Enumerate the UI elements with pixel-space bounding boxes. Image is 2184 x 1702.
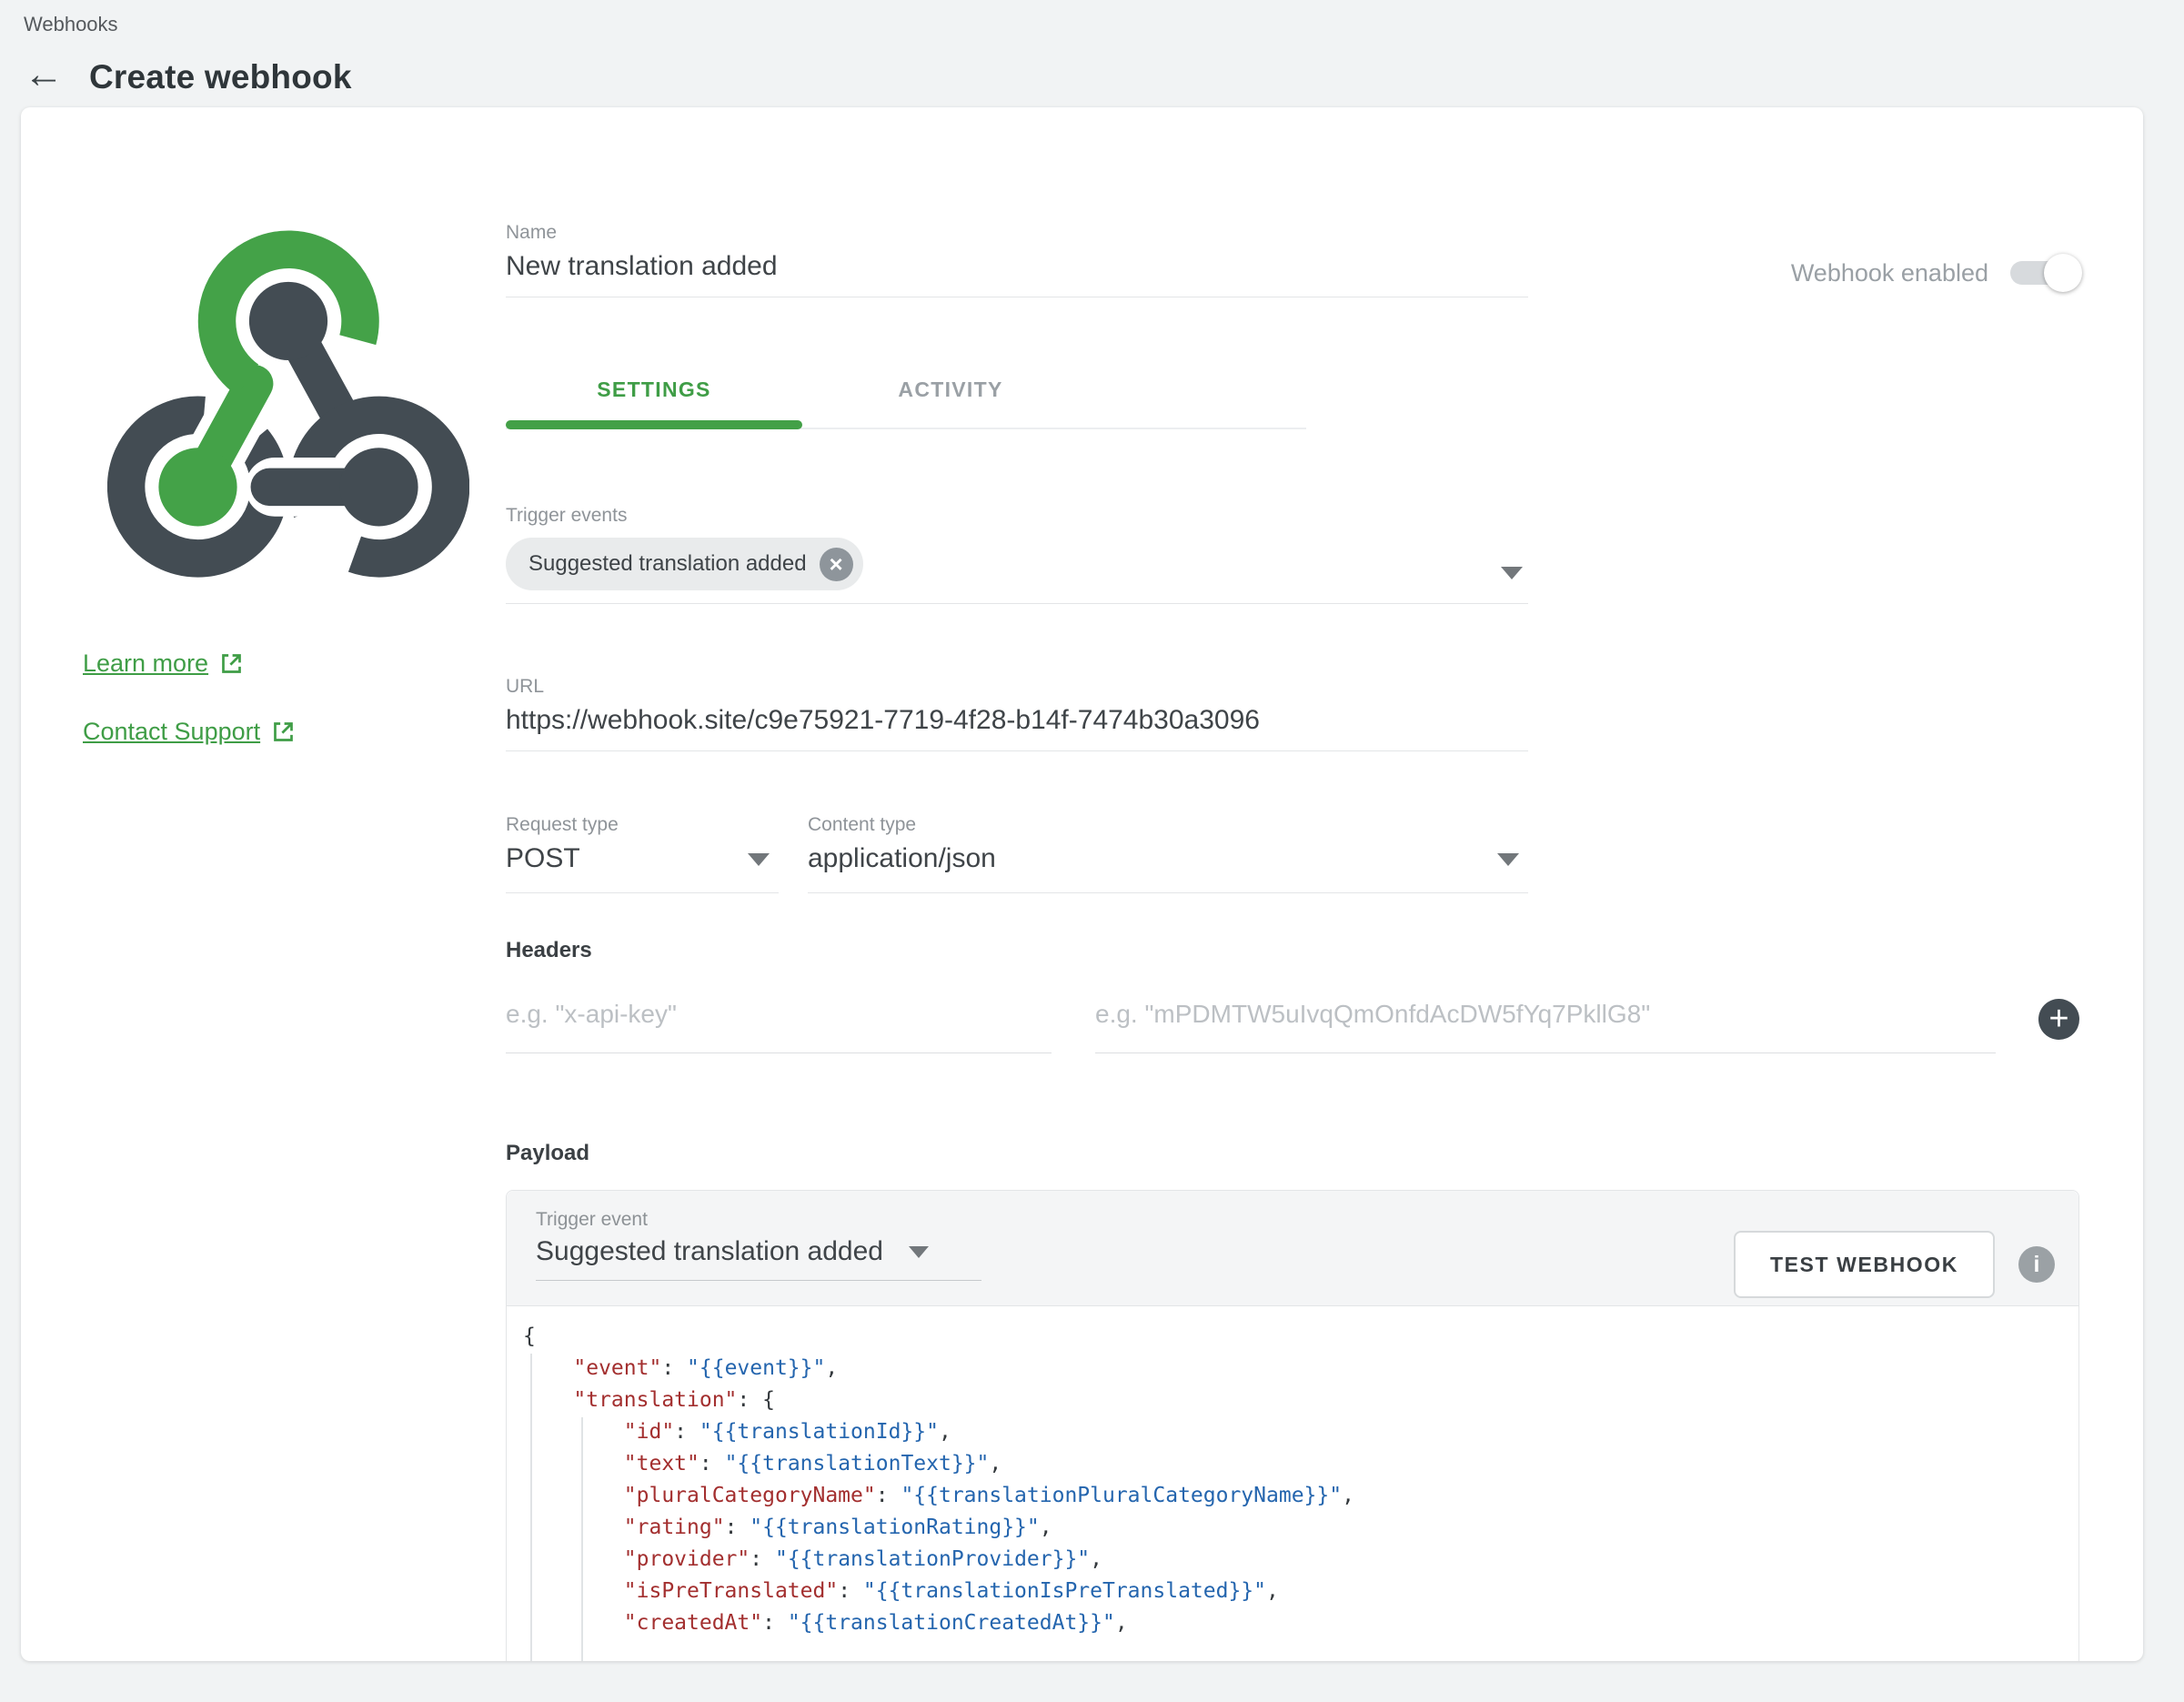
tab-activity[interactable]: ACTIVITY (802, 378, 1099, 428)
headers-label: Headers (506, 938, 2079, 963)
main-column: Name Webhook enabled SETTINGS ACTIVITY T… (506, 107, 2143, 1661)
payload-trigger-event-value: Suggested translation added (536, 1236, 883, 1267)
active-tab-indicator (506, 420, 802, 429)
webhook-enabled-toggle[interactable] (2010, 260, 2079, 286)
chevron-down-icon[interactable] (1497, 853, 1519, 866)
name-label: Name (506, 222, 1528, 244)
payload-panel-header: Trigger event Suggested translation adde… (507, 1191, 2078, 1305)
content-type-label: Content type (808, 814, 1528, 836)
request-type-field: Request type POST (506, 814, 779, 893)
headers-section: Headers + (506, 938, 2079, 1053)
test-webhook-button[interactable]: TEST WEBHOOK (1734, 1231, 1995, 1298)
payload-code[interactable]: { "event": "{{event}}", "translation": {… (507, 1306, 2078, 1639)
chevron-down-icon[interactable] (748, 853, 770, 866)
payload-label: Payload (506, 1141, 2079, 1166)
external-link-icon (219, 651, 244, 676)
add-header-button[interactable]: + (2038, 999, 2079, 1040)
payload-code-editor[interactable]: { "event": "{{event}}", "translation": {… (507, 1305, 2078, 1661)
toggle-thumb (2044, 254, 2082, 292)
tab-bar: SETTINGS ACTIVITY (506, 378, 1306, 429)
create-webhook-card: Learn more Contact Support Name Webhook … (21, 107, 2143, 1661)
trigger-events-select[interactable]: Suggested translation added × (506, 538, 1528, 604)
request-type-select[interactable]: POST (506, 843, 779, 893)
url-label: URL (506, 676, 1528, 698)
payload-trigger-event-label: Trigger event (536, 1209, 981, 1231)
info-icon[interactable]: i (2018, 1246, 2055, 1283)
content-type-field: Content type application/json (808, 814, 1528, 893)
chip-label: Suggested translation added (528, 551, 807, 577)
payload-trigger-event-field: Trigger event Suggested translation adde… (536, 1209, 981, 1305)
header-value-input[interactable] (1095, 1000, 1996, 1053)
chevron-down-icon[interactable] (1501, 567, 1523, 579)
url-input[interactable] (506, 705, 1528, 751)
webhook-logo (107, 217, 469, 584)
page-title: Create webhook (89, 58, 352, 96)
breadcrumb[interactable]: Webhooks (24, 11, 2184, 38)
chevron-down-icon[interactable] (909, 1246, 929, 1258)
left-column: Learn more Contact Support (21, 107, 506, 1661)
indent-guide (581, 1417, 583, 1661)
page-header: Webhooks ← Create webhook (0, 0, 2184, 107)
contact-support-label: Contact Support (83, 718, 260, 746)
learn-more-label: Learn more (83, 650, 208, 678)
content-type-select[interactable]: application/json (808, 843, 1528, 893)
trigger-events-label: Trigger events (506, 505, 1528, 527)
url-field: URL (506, 676, 1528, 751)
payload-panel: Trigger event Suggested translation adde… (506, 1190, 2079, 1661)
contact-support-link[interactable]: Contact Support (83, 718, 506, 746)
indent-guide (530, 1354, 532, 1661)
trigger-event-chip[interactable]: Suggested translation added × (506, 538, 863, 590)
learn-more-link[interactable]: Learn more (83, 650, 506, 678)
external-link-icon (271, 720, 296, 744)
name-field: Name (506, 222, 1528, 297)
back-arrow-icon[interactable]: ← (24, 55, 64, 95)
header-key-input[interactable] (506, 1000, 1052, 1053)
trigger-events-field: Trigger events Suggested translation add… (506, 505, 1528, 604)
payload-trigger-event-select[interactable]: Suggested translation added (536, 1236, 981, 1281)
payload-section: Payload Trigger event Suggested translat… (506, 1141, 2079, 1661)
close-icon[interactable]: × (820, 548, 853, 581)
request-type-label: Request type (506, 814, 779, 836)
name-input[interactable] (506, 251, 1528, 297)
webhook-enabled-label: Webhook enabled (1791, 259, 1988, 287)
